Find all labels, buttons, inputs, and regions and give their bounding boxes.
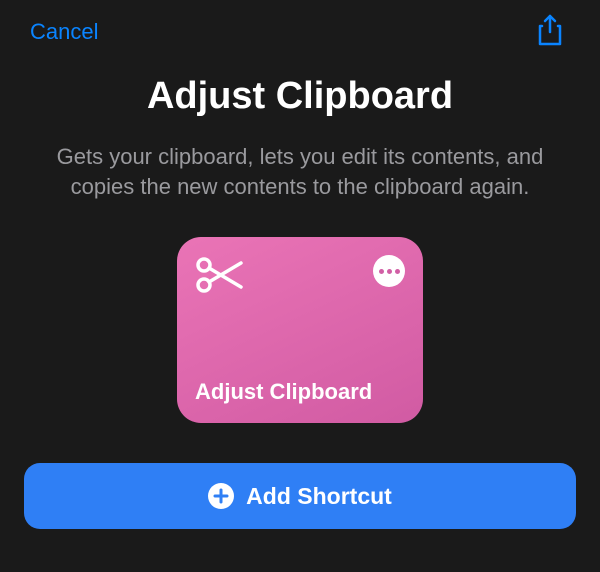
share-button[interactable] (532, 10, 568, 53)
page-description: Gets your clipboard, lets you edit its c… (0, 142, 600, 201)
share-icon (536, 14, 564, 46)
tile-label: Adjust Clipboard (195, 379, 405, 405)
plus-circle-icon (208, 483, 234, 509)
header-bar: Cancel (0, 0, 600, 65)
cancel-button[interactable]: Cancel (30, 19, 98, 45)
page-title: Adjust Clipboard (0, 75, 600, 118)
more-icon[interactable] (373, 255, 405, 287)
add-shortcut-label: Add Shortcut (246, 483, 392, 510)
scissors-icon (195, 255, 243, 295)
shortcut-tile[interactable]: Adjust Clipboard (177, 237, 423, 423)
add-shortcut-button[interactable]: Add Shortcut (24, 463, 576, 529)
tile-top-row (195, 255, 405, 295)
